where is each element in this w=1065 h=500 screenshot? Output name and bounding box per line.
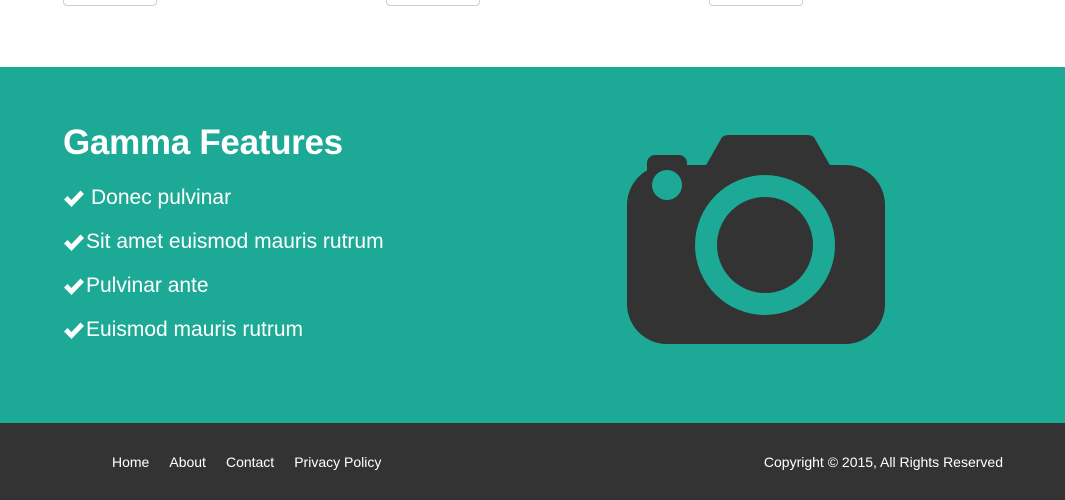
footer-nav: Home About Contact Privacy Policy <box>112 454 381 470</box>
feature-label: Pulvinar ante <box>86 274 209 297</box>
page: Gamma Features Donec pulvinar Sit amet e… <box>0 0 1065 500</box>
card-button-3[interactable] <box>709 0 803 6</box>
feature-label: Euismod mauris rutrum <box>86 318 304 341</box>
check-icon <box>64 278 84 295</box>
footer-link-contact[interactable]: Contact <box>226 454 274 470</box>
content-section-bottom <box>0 0 1065 67</box>
card-button-2[interactable] <box>386 0 480 6</box>
footer: Home About Contact Privacy Policy Copyri… <box>0 423 1065 500</box>
footer-link-privacy-policy[interactable]: Privacy Policy <box>294 454 381 470</box>
feature-item: Pulvinar ante <box>63 274 384 318</box>
feature-label: Donec pulvinar <box>91 186 232 209</box>
feature-item: Sit amet euismod mauris rutrum <box>63 230 384 274</box>
feature-label: Sit amet euismod mauris rutrum <box>86 230 384 253</box>
card-button-1[interactable] <box>63 0 157 6</box>
features-title: Gamma Features <box>63 123 343 162</box>
features-section: Gamma Features Donec pulvinar Sit amet e… <box>0 67 1065 423</box>
feature-item: Donec pulvinar <box>63 186 384 230</box>
footer-link-home[interactable]: Home <box>112 454 149 470</box>
feature-item: Euismod mauris rutrum <box>63 318 384 362</box>
check-icon <box>64 322 84 339</box>
camera-icon <box>627 135 885 344</box>
check-icon <box>64 234 84 251</box>
check-icon <box>64 190 84 207</box>
copyright-text: Copyright © 2015, All Rights Reserved <box>763 454 1003 470</box>
footer-link-about[interactable]: About <box>169 454 206 470</box>
feature-list: Donec pulvinar Sit amet euismod mauris r… <box>63 186 384 362</box>
